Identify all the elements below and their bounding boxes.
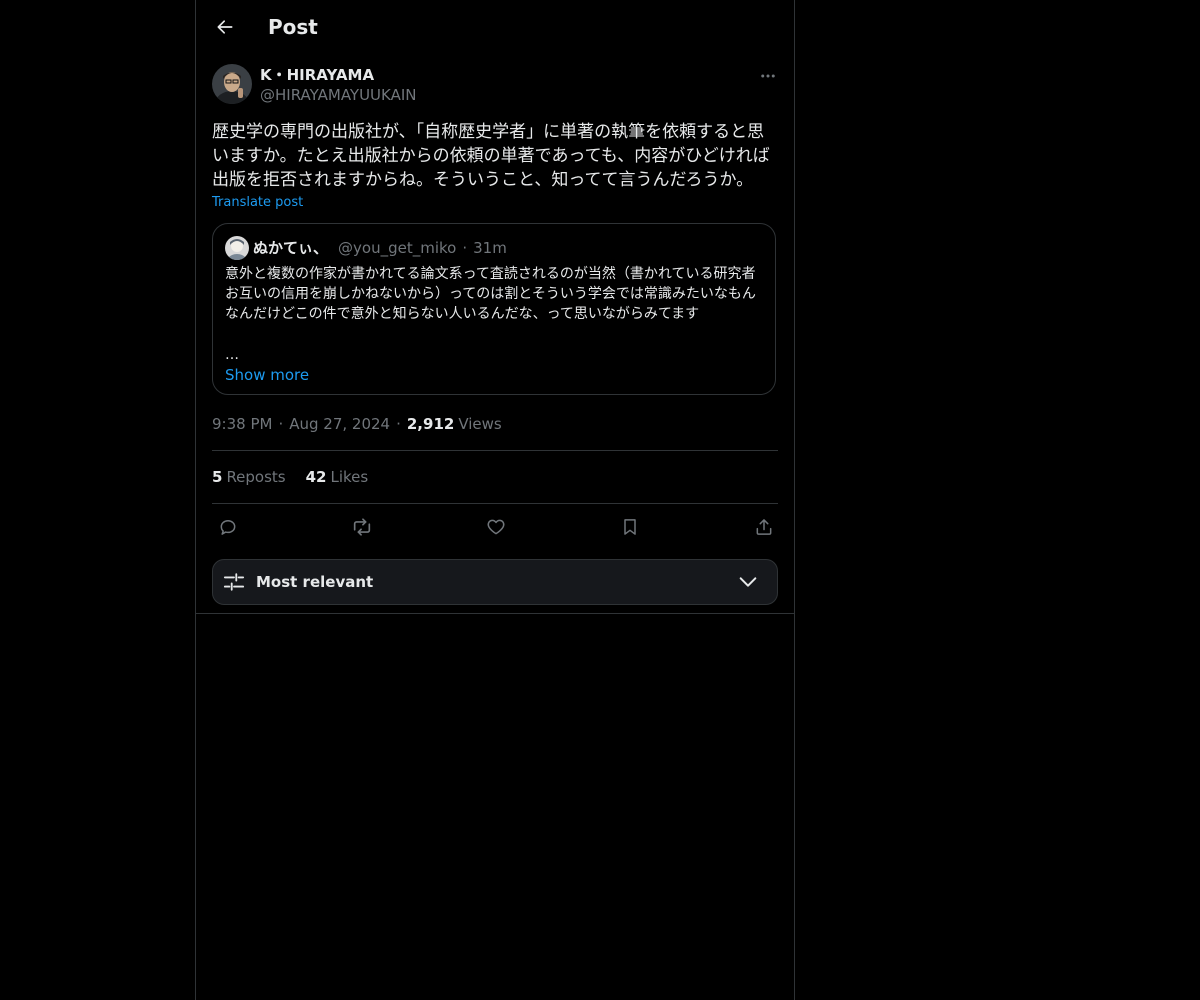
back-button[interactable]	[208, 10, 242, 44]
likes-label: Likes	[330, 468, 369, 486]
share-button[interactable]	[752, 515, 776, 539]
sort-label: Most relevant	[256, 573, 374, 591]
like-button[interactable]	[484, 515, 508, 539]
divider	[212, 450, 778, 451]
quote-time: 31m	[473, 239, 507, 257]
quote-ellipsis: …	[225, 347, 239, 363]
engagement-stats: 5 Reposts 42 Likes	[212, 467, 388, 487]
separator-dot: ·	[396, 415, 401, 433]
reposts-label: Reposts	[226, 468, 286, 486]
bookmark-icon	[624, 519, 636, 535]
quote-author-handle: @you_get_miko	[338, 239, 457, 257]
separator-dot: ·	[462, 239, 468, 257]
main-column: Post K・HIRAYAMA @HIRAYAMAYUUKAIN 歴史学の専門の…	[195, 0, 795, 1000]
chevron-down-icon	[739, 577, 757, 587]
more-horizontal-icon	[761, 74, 775, 78]
page-header: Post	[196, 0, 794, 53]
reply-icon	[220, 520, 236, 535]
more-options-button[interactable]	[756, 64, 780, 88]
repost-icon	[353, 518, 371, 536]
sort-replies-dropdown[interactable]: Most relevant	[212, 559, 778, 605]
arrow-left-icon	[217, 20, 233, 34]
separator-dot: ·	[278, 415, 284, 433]
post-date[interactable]: Aug 27, 2024	[289, 414, 390, 434]
post-timestamp: 9:38 PM · Aug 27, 2024 · 2,912 Views	[212, 414, 502, 434]
translate-post-link[interactable]: Translate post	[212, 194, 303, 212]
post-text: 歴史学の専門の出版社が、「自称歴史学者」に単著の執筆を依頼すると思いますか。たと…	[212, 122, 770, 190]
sliders-icon	[223, 573, 245, 591]
author-handle[interactable]: @HIRAYAMAYUUKAIN	[260, 85, 417, 105]
views-label: Views	[458, 415, 502, 433]
divider	[212, 503, 778, 504]
likes-stat[interactable]: 42 Likes	[306, 467, 369, 487]
page-title: Post	[268, 15, 318, 39]
share-icon	[756, 519, 772, 535]
show-more-link[interactable]: Show more	[225, 365, 309, 385]
divider	[196, 613, 794, 614]
repost-button[interactable]	[350, 515, 374, 539]
likes-count: 42	[305, 468, 327, 486]
post-time[interactable]: 9:38 PM	[212, 414, 272, 434]
author-name[interactable]: K・HIRAYAMA	[260, 65, 374, 85]
quote-author-avatar	[225, 236, 249, 260]
views-count: 2,912	[406, 415, 455, 433]
heart-icon	[487, 519, 505, 535]
reposts-stat[interactable]: 5 Reposts	[212, 467, 286, 487]
quote-text: 意外と複数の作家が書かれてる論文系って査読されるのが当然（書かれている研究者お互…	[225, 266, 756, 322]
bookmark-button[interactable]	[618, 515, 642, 539]
reposts-count: 5	[212, 468, 223, 486]
quote-meta: ぬかてぃ、 @you_get_miko · 31m	[253, 238, 507, 258]
reply-button[interactable]	[216, 515, 240, 539]
quote-author-name: ぬかてぃ、	[253, 239, 329, 257]
author-avatar[interactable]	[212, 64, 252, 104]
quoted-post[interactable]: ぬかてぃ、 @you_get_miko · 31m 意外と複数の作家が書かれてる…	[212, 223, 776, 395]
